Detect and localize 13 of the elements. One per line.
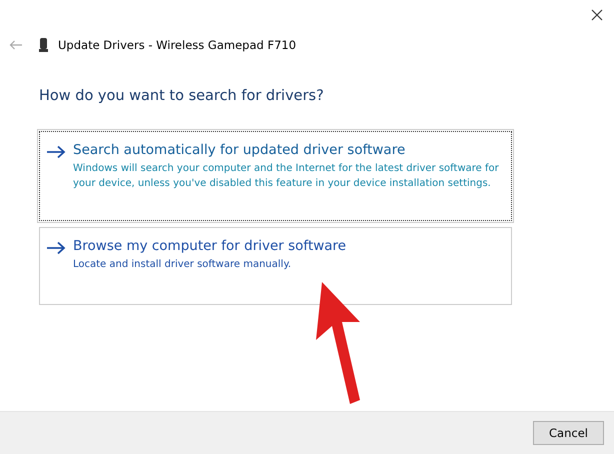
option-link[interactable]: Browse my computer for driver software Locate and install driver software manually. [39,227,512,305]
arrow-right-icon [46,145,66,159]
page-heading: How do you want to search for drivers? [39,88,325,104]
gamepad-device-icon [39,38,48,52]
arrow-right-icon [46,241,66,255]
option-title: Browse my computer for driver software [73,238,346,254]
window-title: Update Drivers - Wireless Gamepad F710 [58,38,296,52]
option-description: Locate and install driver software manually. [73,258,292,272]
cancel-button[interactable]: Cancel [533,421,604,445]
option-description: Windows will search your computer and the Internet for the latest driver software for your device, unless you've disabled this feature in your device installation settings. [73,162,500,191]
option-link[interactable] [39,131,512,221]
option-title: Search automatically for updated driver software [73,142,406,158]
close-icon[interactable] [591,9,603,21]
